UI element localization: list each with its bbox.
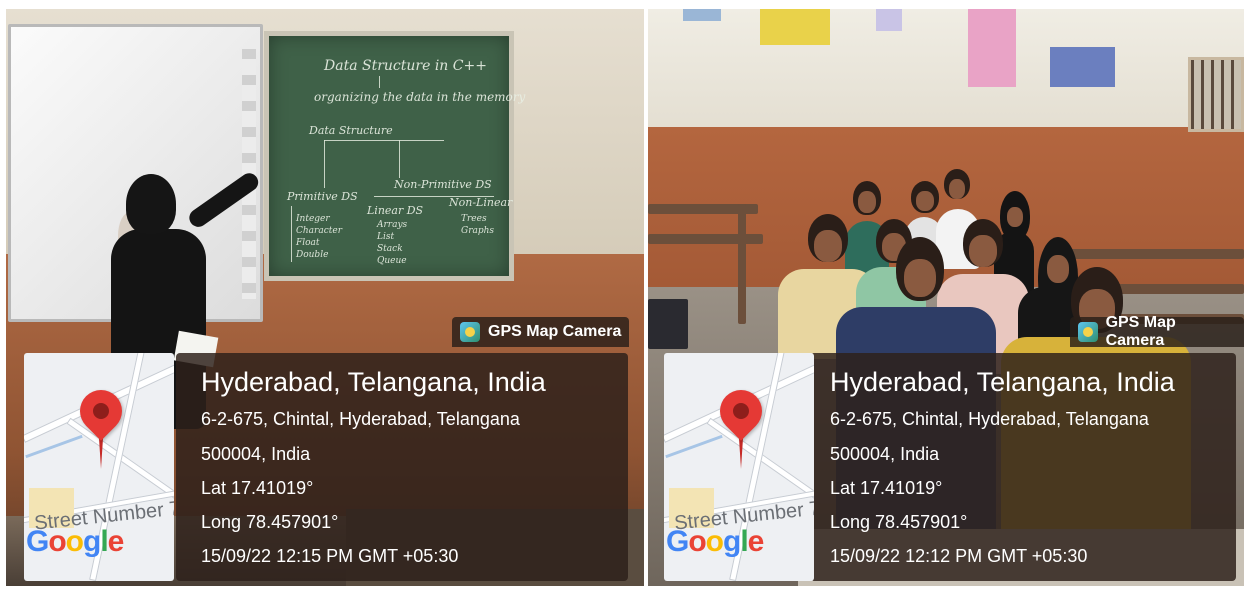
map-thumbnail: Street Number 7 Google xyxy=(24,353,174,581)
chalk-non-primitive: Non-Primitive DS xyxy=(394,178,492,191)
latitude: Lat 17.41019° xyxy=(830,478,943,498)
camera-app-icon xyxy=(1078,322,1098,342)
bag xyxy=(648,299,688,349)
chalk-linear-item: Stack xyxy=(377,244,403,254)
timestamp: 15/09/22 12:12 PM GMT +05:30 xyxy=(830,546,1088,566)
address-line-2: 500004, India xyxy=(830,444,940,464)
chalk-nonlinear-item: Trees xyxy=(461,214,487,224)
bench-leg xyxy=(738,204,746,324)
wall-upper xyxy=(648,9,1244,127)
chalk-nonlinear-item: Graphs xyxy=(461,226,495,236)
chalk-line xyxy=(324,140,444,141)
wall-poster xyxy=(760,9,830,45)
teacher-head xyxy=(126,174,176,234)
address-line-2: 500004, India xyxy=(201,444,311,464)
chalkboard: Data Structure in C++ organizing the dat… xyxy=(264,31,525,281)
gps-map-camera-badge: GPS Map Camera xyxy=(452,317,630,347)
chalk-primitive-item: Integer xyxy=(296,214,330,224)
photo-classroom-lecture: Data Structure in C++ organizing the dat… xyxy=(6,9,644,586)
chalk-primitive-item: Character xyxy=(296,226,343,236)
timestamp: 15/09/22 12:15 PM GMT +05:30 xyxy=(201,546,459,566)
chalk-nonlinear: Non-Linear xyxy=(449,196,513,209)
wall-poster xyxy=(968,9,1016,87)
window xyxy=(1188,57,1244,132)
chalk-linear-item: List xyxy=(377,232,395,242)
place-title: Hyderabad, Telangana, India xyxy=(830,367,1175,397)
wall-poster xyxy=(876,9,902,31)
photo-classroom-students: GPS Map Camera Street Number 7 Google Hy… xyxy=(648,9,1244,586)
chalk-line xyxy=(379,76,380,88)
badge-label: GPS Map Camera xyxy=(488,323,622,340)
chalk-subtitle: organizing the data in the memory xyxy=(314,90,526,104)
longitude: Long 78.457901° xyxy=(201,512,339,532)
longitude: Long 78.457901° xyxy=(830,512,968,532)
place-title: Hyderabad, Telangana, India xyxy=(201,367,546,397)
chalk-primitive-item: Double xyxy=(296,250,329,260)
google-logo: Google xyxy=(26,525,124,558)
chalk-line xyxy=(324,140,325,188)
chalk-primitive-item: Float xyxy=(296,238,320,248)
badge-label: GPS Map Camera xyxy=(1105,314,1176,349)
chalk-primitive: Primitive DS xyxy=(287,190,358,203)
latitude: Lat 17.41019° xyxy=(201,478,314,498)
chalk-line xyxy=(291,206,292,262)
chalk-root: Data Structure xyxy=(309,124,393,137)
gps-map-camera-badge: GPS Map Camera xyxy=(1070,314,1244,349)
bench xyxy=(1068,249,1244,259)
address-line-1: 6-2-675, Chintal, Hyderabad, Telangana xyxy=(201,409,520,429)
wall-poster xyxy=(683,9,721,21)
google-logo: Google xyxy=(666,525,764,558)
chalk-title: Data Structure in C++ xyxy=(324,58,487,74)
map-thumbnail: Street Number 7 Google xyxy=(664,353,814,581)
wall-poster xyxy=(1050,47,1115,87)
chalk-linear-item: Arrays xyxy=(377,220,408,230)
address-line-1: 6-2-675, Chintal, Hyderabad, Telangana xyxy=(830,409,1149,429)
camera-app-icon xyxy=(460,322,480,342)
chalk-linear-item: Queue xyxy=(377,256,407,266)
chalk-linear: Linear DS xyxy=(367,204,424,217)
chalk-line xyxy=(399,140,400,178)
